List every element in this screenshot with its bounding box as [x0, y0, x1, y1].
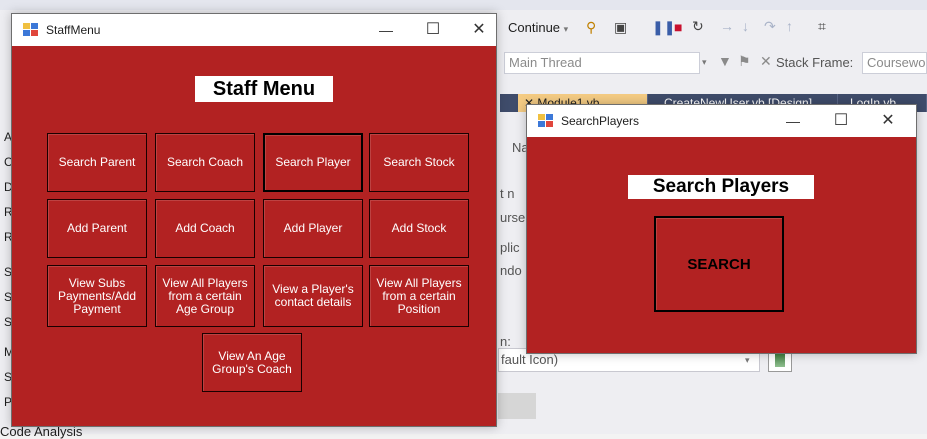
step-out-icon[interactable]: ↑ — [786, 18, 793, 34]
property-fragment: plic — [500, 240, 520, 255]
property-fragment: ndo — [500, 263, 522, 278]
page-title: Staff Menu — [195, 76, 333, 102]
stop-icon[interactable]: ■ — [674, 19, 682, 35]
app-icon — [23, 23, 39, 37]
property-fragment: n: — [500, 334, 511, 349]
flag-icon[interactable]: ⚑ — [738, 53, 751, 70]
screen-icon[interactable]: ▣ — [614, 19, 627, 36]
thread-dropdown-arrow[interactable]: ▾ — [702, 57, 707, 68]
step-over-icon[interactable]: ↷ — [764, 18, 776, 35]
maximize-button[interactable]: ☐ — [415, 14, 451, 46]
property-field — [498, 393, 536, 419]
staff-menu-window: StaffMenu — ☐ ✕ Staff Menu Search Parent… — [11, 13, 497, 427]
stack-frame-combo[interactable]: Coursework_S — [862, 52, 927, 74]
staff-menu-titlebar[interactable]: StaffMenu — ☐ ✕ — [12, 14, 496, 46]
search-player-button[interactable]: Search Player — [263, 133, 363, 192]
thread-value: Main Thread — [509, 55, 582, 70]
search-coach-button[interactable]: Search Coach — [155, 133, 255, 192]
hide-icon[interactable]: ✕ — [760, 53, 772, 70]
search-players-window: SearchPlayers — ☐ ✕ Search Players SEARC… — [526, 104, 917, 354]
view-subs-payments-button[interactable]: View Subs Payments/Add Payment — [47, 265, 147, 327]
thread-combo[interactable]: Main Thread — [504, 52, 700, 74]
add-coach-button[interactable]: Add Coach — [155, 199, 255, 258]
minimize-button[interactable]: — — [775, 105, 811, 137]
close-button[interactable]: ✕ — [461, 14, 497, 46]
find-icon[interactable]: ⚲ — [586, 19, 596, 36]
icon-property-value: fault Icon) — [501, 352, 559, 367]
continue-label: Continue — [508, 20, 561, 35]
property-fragment: t n — [500, 186, 515, 201]
view-players-by-age-group-button[interactable]: View All Players from a certain Age Grou… — [155, 265, 255, 327]
view-players-by-position-button[interactable]: View All Players from a certain Position — [369, 265, 469, 327]
maximize-button[interactable]: ☐ — [823, 105, 859, 137]
stack-frame-value: Coursework_S — [867, 55, 926, 70]
continue-button[interactable]: Continue ▾ — [508, 20, 568, 35]
step-into-icon[interactable]: ↓ — [742, 18, 749, 34]
add-stock-button[interactable]: Add Stock — [369, 199, 469, 258]
search-players-titlebar[interactable]: SearchPlayers — ☐ ✕ — [527, 105, 916, 137]
search-button[interactable]: SEARCH — [654, 216, 784, 312]
search-stock-button[interactable]: Search Stock — [369, 133, 469, 192]
window-title: SearchPlayers — [561, 114, 640, 128]
app-icon — [538, 114, 554, 128]
breakpoints-icon[interactable]: ⌗ — [818, 18, 826, 35]
add-player-button[interactable]: Add Player — [263, 199, 363, 258]
restart-icon[interactable]: ↻ — [692, 18, 704, 35]
add-parent-button[interactable]: Add Parent — [47, 199, 147, 258]
close-button[interactable]: ✕ — [870, 105, 906, 137]
search-parent-button[interactable]: Search Parent — [47, 133, 147, 192]
property-fragment: urse — [500, 210, 526, 225]
icon-property-arrow[interactable]: ▾ — [745, 355, 750, 366]
view-player-contact-button[interactable]: View a Player's contact details — [263, 265, 363, 327]
show-next-statement-icon[interactable]: → — [720, 18, 734, 34]
ide-thread-row: Main Thread ▾ ▼ ⚑ ✕ Stack Frame: Coursew… — [490, 46, 927, 80]
filter-icon[interactable]: ▼ — [718, 53, 732, 69]
stack-frame-label: Stack Frame: — [776, 55, 854, 70]
page-title: Search Players — [628, 175, 814, 199]
ide-debug-toolbar: Continue ▾ ⚲ ▣ ❚❚ ■ ↻ → ↓ ↷ ↑ ⌗ — [490, 10, 927, 46]
minimize-button[interactable]: — — [368, 14, 404, 46]
continue-dropdown-arrow[interactable]: ▾ — [564, 24, 569, 34]
window-title: StaffMenu — [46, 23, 101, 37]
view-age-group-coach-button[interactable]: View An Age Group's Coach — [202, 333, 302, 392]
ide-top-strip — [0, 0, 927, 10]
pause-icon[interactable]: ❚❚ — [652, 19, 675, 36]
